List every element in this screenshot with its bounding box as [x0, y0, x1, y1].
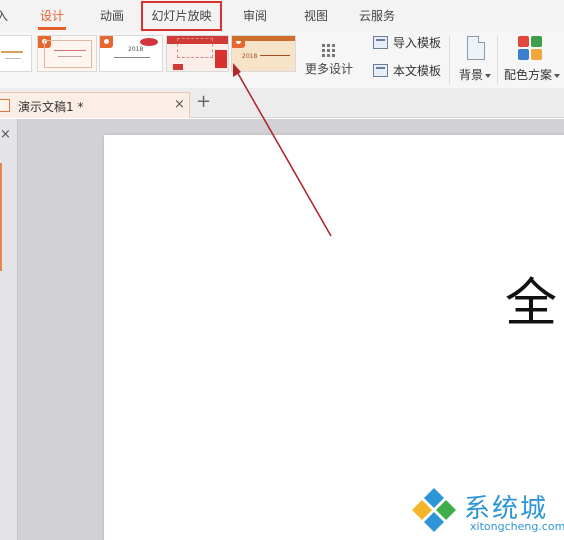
annotation-arrow-line [235, 69, 332, 237]
xitongcheng-logo-icon [412, 488, 456, 532]
site-watermark: 系统城 xitongcheng.com [410, 484, 564, 540]
watermark-site-url: xitongcheng.com [470, 520, 564, 533]
annotation-arrow [233, 63, 332, 237]
annotation-arrow-head [233, 63, 241, 77]
